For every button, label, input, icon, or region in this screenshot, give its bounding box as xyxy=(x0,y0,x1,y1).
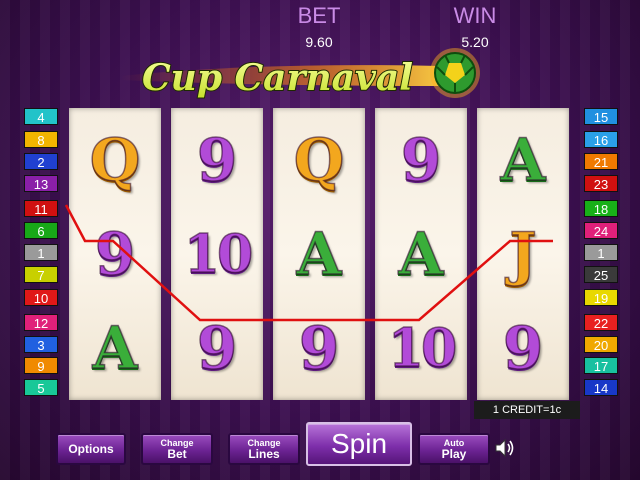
payline-badge-left[interactable]: 1 xyxy=(24,244,58,261)
spin-button[interactable]: Spin xyxy=(306,422,412,466)
auto-play-label-bottom: Play xyxy=(441,446,467,461)
reel-5: AJ 9 xyxy=(477,108,569,400)
change-lines-label-top: Change xyxy=(247,437,281,448)
reel-symbol: A xyxy=(296,219,343,289)
payline-badge-right[interactable]: 23 xyxy=(584,175,618,192)
reel-symbol: 9 xyxy=(196,313,238,383)
bet-label: BET xyxy=(297,3,341,28)
spin-label: Spin xyxy=(330,428,388,459)
reel-symbol: 9 xyxy=(298,313,340,383)
reel-symbol: 10 xyxy=(183,223,254,286)
payline-badge-left[interactable]: 8 xyxy=(24,131,58,148)
payline-badge-left[interactable]: 2 xyxy=(24,153,58,170)
speaker-icon[interactable] xyxy=(494,437,516,459)
game-logo: Cup Carnaval xyxy=(120,48,480,100)
reel-symbol: Q xyxy=(89,125,141,195)
payline-badge-right[interactable]: 1 xyxy=(584,244,618,261)
payline-badge-right[interactable]: 15 xyxy=(584,108,618,125)
reel-symbol: 10 xyxy=(387,317,458,380)
reel-symbol: 9 xyxy=(94,219,136,289)
change-bet-button[interactable]: Change Bet xyxy=(141,433,213,465)
payline-badge-left[interactable]: 6 xyxy=(24,222,58,239)
payline-badge-right[interactable]: 25 xyxy=(584,266,618,283)
payline-badge-left[interactable]: 9 xyxy=(24,357,58,374)
logo-text: Cup Carnaval xyxy=(142,57,413,99)
payline-badge-right[interactable]: 16 xyxy=(584,131,618,148)
payline-badge-left[interactable]: 5 xyxy=(24,379,58,396)
change-lines-label-bottom: Lines xyxy=(248,446,280,461)
payline-badge-left[interactable]: 12 xyxy=(24,314,58,331)
reel-4: 9 A 10 xyxy=(375,108,467,400)
auto-play-label-top: Auto xyxy=(443,437,465,448)
payline-badge-left[interactable]: 4 xyxy=(24,108,58,125)
reel-symbol: 9 xyxy=(400,125,442,195)
reel-symbol: Q xyxy=(293,125,345,195)
options-label: Options xyxy=(68,441,114,456)
payline-badge-left[interactable]: 7 xyxy=(24,266,58,283)
change-bet-label-bottom: Bet xyxy=(167,446,187,461)
payline-badge-right[interactable]: 14 xyxy=(584,379,618,396)
payline-badge-right[interactable]: 21 xyxy=(584,153,618,170)
payline-badge-right[interactable]: 17 xyxy=(584,357,618,374)
payline-badge-right[interactable]: 18 xyxy=(584,200,618,217)
options-button[interactable]: Options xyxy=(56,433,126,465)
reel-1: Q 9 A xyxy=(69,108,161,400)
win-label: WIN xyxy=(453,3,497,28)
payline-badge-right[interactable]: 19 xyxy=(584,289,618,306)
reel-symbol: A xyxy=(92,313,139,383)
payline-badge-right[interactable]: 22 xyxy=(584,314,618,331)
auto-play-button[interactable]: Auto Play xyxy=(418,433,490,465)
reel-symbol: A xyxy=(398,219,445,289)
reel-symbol: A xyxy=(500,125,547,195)
soccer-ball-icon xyxy=(430,48,480,98)
reel-symbol: 9 xyxy=(196,125,238,195)
reel-3: QA 9 xyxy=(273,108,365,400)
change-lines-button[interactable]: Change Lines xyxy=(228,433,300,465)
payline-badge-right[interactable]: 20 xyxy=(584,336,618,353)
payline-badge-left[interactable]: 11 xyxy=(24,200,58,217)
payline-badge-left[interactable]: 3 xyxy=(24,336,58,353)
payline-badge-right[interactable]: 24 xyxy=(584,222,618,239)
reel-symbol: 9 xyxy=(502,313,544,383)
change-bet-label-top: Change xyxy=(160,437,194,448)
credit-denomination: 1 CREDIT=1c xyxy=(474,401,580,419)
payline-badge-left[interactable]: 10 xyxy=(24,289,58,306)
reel-2: 9 10 9 xyxy=(171,108,263,400)
reel-symbol: J xyxy=(509,219,538,289)
payline-badge-left[interactable]: 13 xyxy=(24,175,58,192)
